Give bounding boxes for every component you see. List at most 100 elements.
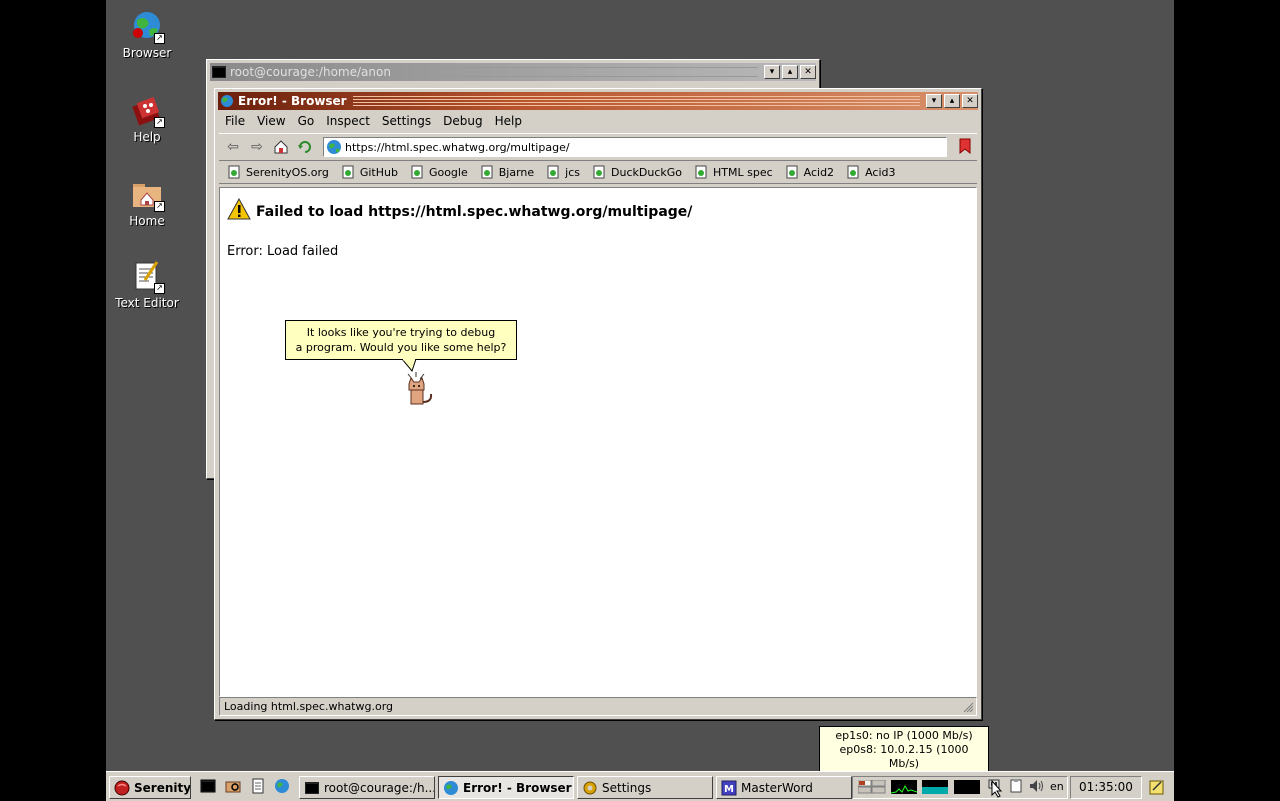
task-browser[interactable]: Error! - Browser bbox=[438, 776, 574, 799]
terminal-title: root@courage:/home/anon bbox=[230, 65, 391, 79]
desktop-icon-home[interactable]: ↗ Home bbox=[107, 178, 187, 228]
workspaces-applet-icon[interactable] bbox=[858, 780, 886, 794]
task-terminal[interactable]: root@courage:/h... bbox=[299, 776, 435, 799]
notes-icon[interactable] bbox=[1149, 779, 1165, 795]
task-label: Error! - Browser bbox=[463, 780, 572, 795]
menu-go[interactable]: Go bbox=[298, 114, 315, 128]
assistant-line-1: It looks like you're trying to debug bbox=[306, 326, 496, 339]
menu-view[interactable]: View bbox=[257, 114, 285, 128]
arrow-right-icon: ⇨ bbox=[251, 139, 263, 155]
desktop-icon-label: Help bbox=[133, 130, 161, 144]
url-text[interactable]: https://html.spec.whatwg.org/multipage/ bbox=[345, 141, 570, 154]
bookmark-label: Google bbox=[428, 165, 468, 179]
help-book-icon: ↗ bbox=[131, 94, 165, 128]
menu-help[interactable]: Help bbox=[495, 114, 522, 128]
network-graph[interactable] bbox=[954, 780, 980, 794]
network-tooltip-line-1: ep1s0: no IP (1000 Mb/s) bbox=[835, 729, 973, 742]
assistant-line-2: a program. Would you like some help? bbox=[295, 341, 507, 354]
maximize-button[interactable]: ▴ bbox=[944, 94, 960, 108]
menu-inspect[interactable]: Inspect bbox=[326, 114, 370, 128]
arrow-left-icon: ⇦ bbox=[227, 139, 239, 155]
desktop-icon-label: Text Editor bbox=[115, 296, 179, 310]
web-content[interactable]: Failed to load https://html.spec.whatwg.… bbox=[219, 187, 977, 697]
file-manager-launch-icon[interactable] bbox=[225, 778, 241, 794]
home-folder-icon: ↗ bbox=[131, 178, 165, 212]
status-text: Loading html.spec.whatwg.org bbox=[224, 700, 394, 713]
menu-settings[interactable]: Settings bbox=[382, 114, 431, 128]
minimize-button[interactable]: ▾ bbox=[764, 65, 780, 79]
reload-button[interactable] bbox=[295, 137, 315, 157]
bookmark-button[interactable] bbox=[959, 138, 971, 155]
home-button[interactable] bbox=[271, 137, 291, 157]
terminal-launch-icon[interactable] bbox=[200, 778, 216, 794]
error-heading: Failed to load https://html.spec.whatwg.… bbox=[256, 204, 693, 220]
maximize-button[interactable]: ▴ bbox=[782, 65, 798, 79]
browser-titlebar[interactable]: Error! - Browser ▾ ▴ ✕ bbox=[218, 92, 978, 110]
bookmark-item[interactable]: Bjarne bbox=[480, 165, 534, 179]
network-tooltip: ep1s0: no IP (1000 Mb/s) ep0s8: 10.0.2.1… bbox=[819, 726, 989, 771]
minimize-button[interactable]: ▾ bbox=[926, 94, 942, 108]
svg-text:M: M bbox=[724, 784, 734, 795]
bookmark-label: HTML spec bbox=[713, 165, 773, 179]
bookmark-item[interactable]: SerenityOS.org bbox=[227, 165, 329, 179]
browser-window[interactable]: Error! - Browser ▾ ▴ ✕ File View Go Insp… bbox=[214, 88, 982, 720]
close-button[interactable]: ✕ bbox=[962, 94, 978, 108]
text-editor-launch-icon[interactable] bbox=[250, 778, 266, 794]
desktop-icon-browser[interactable]: ↗ Browser bbox=[107, 10, 187, 60]
bookmark-page-icon bbox=[481, 165, 493, 179]
menu-debug[interactable]: Debug bbox=[443, 114, 482, 128]
memory-graph[interactable] bbox=[922, 780, 948, 794]
bookmark-item[interactable]: Acid2 bbox=[785, 165, 834, 179]
forward-button[interactable]: ⇨ bbox=[247, 137, 267, 157]
bookmark-page-icon bbox=[411, 165, 423, 179]
menubar: File View Go Inspect Settings Debug Help bbox=[219, 111, 528, 131]
desktop-icon-help[interactable]: ↗ Help bbox=[107, 94, 187, 144]
clipboard-icon[interactable] bbox=[1008, 778, 1024, 794]
desktop-icon-text-editor[interactable]: ↗ Text Editor bbox=[107, 260, 187, 310]
home-icon bbox=[274, 140, 288, 154]
bookmark-item[interactable]: HTML spec bbox=[694, 165, 773, 179]
bookmark-icon bbox=[959, 138, 971, 155]
terminal-titlebar[interactable]: root@courage:/home/anon ▾ ▴ ✕ bbox=[210, 63, 816, 81]
text-editor-icon: ↗ bbox=[131, 260, 165, 294]
bookmark-page-icon bbox=[786, 165, 798, 179]
browser-globe-icon bbox=[327, 140, 341, 154]
keymap-indicator[interactable]: en bbox=[1050, 780, 1064, 793]
back-button[interactable]: ⇦ bbox=[223, 137, 243, 157]
cpu-graph[interactable] bbox=[890, 780, 918, 794]
mouse-cursor bbox=[991, 780, 1003, 798]
task-masterword[interactable]: M MasterWord bbox=[716, 776, 852, 799]
task-settings[interactable]: Settings bbox=[577, 776, 713, 799]
url-bar[interactable]: https://html.spec.whatwg.org/multipage/ bbox=[323, 137, 947, 157]
desktop: ↗ Browser ↗ Help ↗ Home ↗ Text Editor ro… bbox=[106, 0, 1174, 771]
start-label: Serenity bbox=[134, 780, 191, 795]
bookmark-page-icon bbox=[547, 165, 559, 179]
bookmark-item[interactable]: GitHub bbox=[341, 165, 398, 179]
volume-icon[interactable] bbox=[1028, 778, 1044, 794]
bookmark-item[interactable]: DuckDuckGo bbox=[592, 165, 682, 179]
bookmark-label: Acid3 bbox=[865, 165, 896, 179]
browser-launch-icon[interactable] bbox=[274, 778, 290, 794]
browser-globe-icon: ↗ bbox=[131, 10, 165, 44]
gear-icon bbox=[583, 781, 597, 794]
desktop-icon-label: Home bbox=[129, 214, 165, 228]
browser-globe-icon bbox=[444, 780, 458, 795]
close-button[interactable]: ✕ bbox=[800, 65, 816, 79]
bookmark-item[interactable]: Acid3 bbox=[846, 165, 895, 179]
bubble-tail bbox=[402, 359, 417, 373]
bookmark-item[interactable]: Google bbox=[410, 165, 468, 179]
clock[interactable]: 01:35:00 bbox=[1070, 776, 1142, 799]
bookmark-label: DuckDuckGo bbox=[611, 165, 682, 179]
browser-title: Error! - Browser bbox=[238, 94, 347, 108]
task-label: Settings bbox=[602, 780, 652, 795]
start-button[interactable]: Serenity bbox=[109, 776, 191, 799]
bookmark-page-icon bbox=[228, 165, 240, 179]
bookmark-item[interactable]: jcs bbox=[546, 165, 580, 179]
bookmark-page-icon bbox=[695, 165, 707, 179]
network-tooltip-line-2: ep0s8: 10.0.2.15 (1000 Mb/s) bbox=[839, 743, 969, 770]
assistant-cat-icon[interactable] bbox=[404, 372, 438, 408]
resize-grip-icon[interactable] bbox=[962, 701, 974, 713]
assistant-speech-bubble[interactable]: It looks like you're trying to debug a p… bbox=[285, 320, 517, 360]
menu-file[interactable]: File bbox=[225, 114, 245, 128]
bookmark-page-icon bbox=[342, 165, 354, 179]
